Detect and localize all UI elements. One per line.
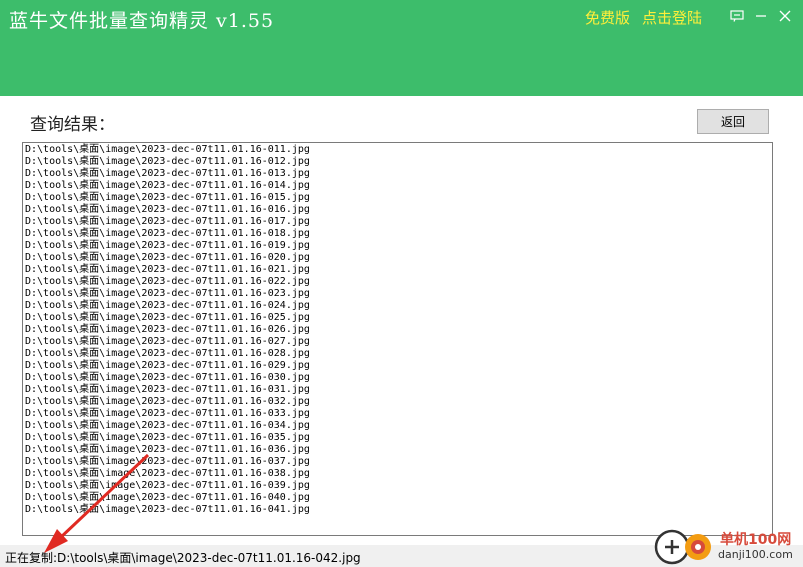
free-version-link[interactable]: 免费版 [585, 7, 630, 28]
result-line: D:\tools\桌面\image\2023-dec-07t11.01.16-0… [25, 504, 310, 515]
minimize-button[interactable] [749, 4, 773, 28]
result-line: D:\tools\桌面\image\2023-dec-07t11.01.16-0… [25, 252, 310, 263]
result-line: D:\tools\桌面\image\2023-dec-07t11.01.16-0… [25, 192, 310, 203]
result-line: D:\tools\桌面\image\2023-dec-07t11.01.16-0… [25, 312, 310, 323]
result-line: D:\tools\桌面\image\2023-dec-07t11.01.16-0… [25, 468, 310, 479]
status-text: 正在复制:D:\tools\桌面\image\2023-dec-07t11.01… [5, 551, 361, 565]
result-line: D:\tools\桌面\image\2023-dec-07t11.01.16-0… [25, 228, 310, 239]
result-line: D:\tools\桌面\image\2023-dec-07t11.01.16-0… [25, 276, 310, 287]
result-line: D:\tools\桌面\image\2023-dec-07t11.01.16-0… [25, 492, 310, 503]
result-line: D:\tools\桌面\image\2023-dec-07t11.01.16-0… [25, 456, 310, 467]
result-line: D:\tools\桌面\image\2023-dec-07t11.01.16-0… [25, 204, 310, 215]
results-list: D:\tools\桌面\image\2023-dec-07t11.01.16-0… [23, 143, 772, 516]
result-line: D:\tools\桌面\image\2023-dec-07t11.01.16-0… [25, 432, 310, 443]
result-line: D:\tools\桌面\image\2023-dec-07t11.01.16-0… [25, 300, 310, 311]
result-line: D:\tools\桌面\image\2023-dec-07t11.01.16-0… [25, 156, 310, 167]
back-button[interactable]: 返回 [697, 109, 769, 134]
close-button[interactable] [773, 4, 797, 28]
result-line: D:\tools\桌面\image\2023-dec-07t11.01.16-0… [25, 168, 310, 179]
message-button[interactable] [725, 4, 749, 28]
message-icon [730, 10, 744, 22]
app-title: 蓝牛文件批量查询精灵 v1.55 [9, 10, 275, 32]
results-textarea[interactable]: D:\tools\桌面\image\2023-dec-07t11.01.16-0… [22, 142, 773, 536]
watermark-domain: danji100.com [718, 548, 793, 561]
result-line: D:\tools\桌面\image\2023-dec-07t11.01.16-0… [25, 444, 310, 455]
result-line: D:\tools\桌面\image\2023-dec-07t11.01.16-0… [25, 264, 310, 275]
close-icon [779, 10, 791, 22]
title-bar: 蓝牛文件批量查询精灵 v1.55 免费版 点击登陆 [0, 0, 803, 96]
result-line: D:\tools\桌面\image\2023-dec-07t11.01.16-0… [25, 480, 310, 491]
result-line: D:\tools\桌面\image\2023-dec-07t11.01.16-0… [25, 348, 310, 359]
result-line: D:\tools\桌面\image\2023-dec-07t11.01.16-0… [25, 360, 310, 371]
result-line: D:\tools\桌面\image\2023-dec-07t11.01.16-0… [25, 336, 310, 347]
result-line: D:\tools\桌面\image\2023-dec-07t11.01.16-0… [25, 324, 310, 335]
result-line: D:\tools\桌面\image\2023-dec-07t11.01.16-0… [25, 216, 310, 227]
watermark-logo-icon [654, 529, 711, 565]
result-line: D:\tools\桌面\image\2023-dec-07t11.01.16-0… [25, 144, 310, 155]
result-line: D:\tools\桌面\image\2023-dec-07t11.01.16-0… [25, 288, 310, 299]
result-line: D:\tools\桌面\image\2023-dec-07t11.01.16-0… [25, 372, 310, 383]
result-line: D:\tools\桌面\image\2023-dec-07t11.01.16-0… [25, 420, 310, 431]
watermark-name: 单机100网 [720, 532, 792, 548]
result-line: D:\tools\桌面\image\2023-dec-07t11.01.16-0… [25, 240, 310, 251]
result-line: D:\tools\桌面\image\2023-dec-07t11.01.16-0… [25, 396, 310, 407]
watermark: 单机100网 danji100.com [652, 527, 803, 567]
result-line: D:\tools\桌面\image\2023-dec-07t11.01.16-0… [25, 180, 310, 191]
results-heading: 查询结果： [30, 115, 115, 135]
minimize-icon [756, 15, 766, 17]
login-link[interactable]: 点击登陆 [642, 7, 702, 28]
result-line: D:\tools\桌面\image\2023-dec-07t11.01.16-0… [25, 384, 310, 395]
result-line: D:\tools\桌面\image\2023-dec-07t11.01.16-0… [25, 408, 310, 419]
